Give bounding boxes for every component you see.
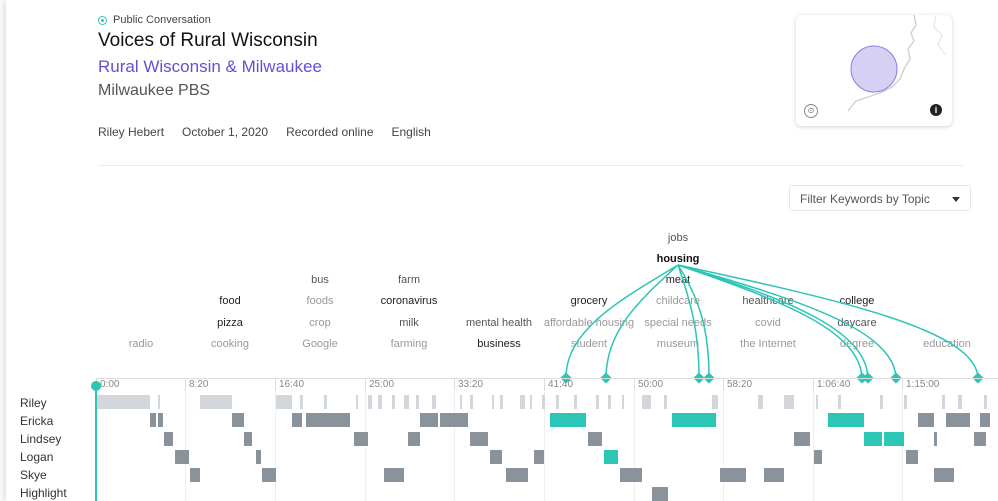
- speaker-timeline[interactable]: [0, 0, 998, 501]
- playhead[interactable]: [95, 383, 97, 501]
- playhead-handle[interactable]: [91, 381, 101, 391]
